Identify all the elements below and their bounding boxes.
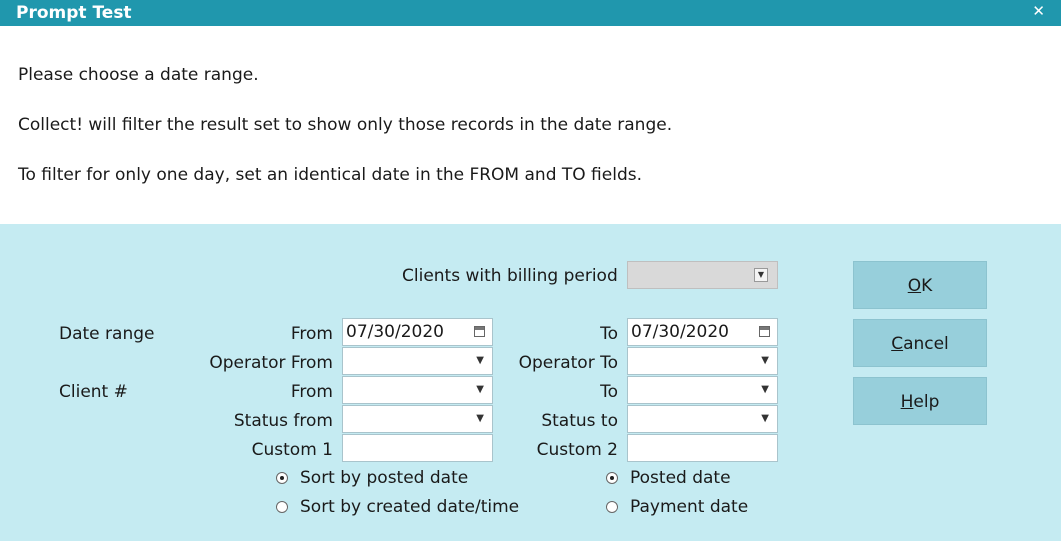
help-button[interactable]: Help [853, 377, 987, 425]
date-from-label: From [290, 324, 333, 344]
custom2-input[interactable] [627, 434, 778, 462]
posted-date-radio[interactable]: Posted date [606, 468, 731, 488]
close-icon[interactable]: ✕ [1032, 2, 1045, 20]
status-to-label: Status to [541, 411, 618, 431]
operator-from-label: Operator From [209, 353, 333, 373]
billing-period-label: Clients with billing period [402, 266, 618, 286]
dropdown-arrow-icon[interactable]: ▼ [761, 348, 769, 374]
date-range-label: Date range [59, 324, 155, 344]
custom2-label: Custom 2 [536, 440, 618, 460]
radio-selected-icon [606, 472, 618, 484]
radio-selected-icon [276, 472, 288, 484]
cancel-button[interactable]: Cancel [853, 319, 987, 367]
date-to-field[interactable]: 07/30/2020 [627, 318, 778, 346]
dropdown-arrow-icon[interactable]: ▼ [761, 406, 769, 432]
window-title: Prompt Test [16, 3, 132, 23]
sort-posted-radio[interactable]: Sort by posted date [276, 468, 468, 488]
date-to-label: To [600, 324, 618, 344]
custom1-label: Custom 1 [251, 440, 333, 460]
status-from-label: Status from [233, 411, 333, 431]
message-panel: Please choose a date range. Collect! wil… [0, 26, 1061, 224]
client-to-label: To [600, 382, 618, 402]
title-bar: Prompt Test ✕ [0, 0, 1061, 26]
message-line-2: Collect! will filter the result set to s… [18, 115, 673, 135]
client-to-select[interactable]: ▼ [627, 376, 778, 404]
operator-to-label: Operator To [518, 353, 618, 373]
status-to-select[interactable]: ▼ [627, 405, 778, 433]
radio-unselected-icon [276, 501, 288, 513]
dropdown-arrow-icon: ▼ [754, 268, 768, 282]
client-from-label: From [290, 382, 333, 402]
ok-button[interactable]: OK [853, 261, 987, 309]
message-line-3: To filter for only one day, set an ident… [18, 165, 642, 185]
calendar-icon[interactable] [759, 326, 770, 337]
dropdown-arrow-icon[interactable]: ▼ [761, 377, 769, 403]
radio-unselected-icon [606, 501, 618, 513]
sort-created-radio[interactable]: Sort by created date/time [276, 497, 519, 517]
message-line-1: Please choose a date range. [18, 65, 259, 85]
dropdown-arrow-icon[interactable]: ▼ [476, 377, 484, 403]
payment-date-radio[interactable]: Payment date [606, 497, 748, 517]
client-from-select[interactable]: ▼ [342, 376, 493, 404]
date-from-field[interactable]: 07/30/2020 [342, 318, 493, 346]
operator-to-select[interactable]: ▼ [627, 347, 778, 375]
calendar-icon[interactable] [474, 326, 485, 337]
billing-period-select: ▼ [627, 261, 778, 289]
filter-form: Clients with billing period ▼ Date range… [0, 224, 1061, 541]
client-label: Client # [59, 382, 128, 402]
